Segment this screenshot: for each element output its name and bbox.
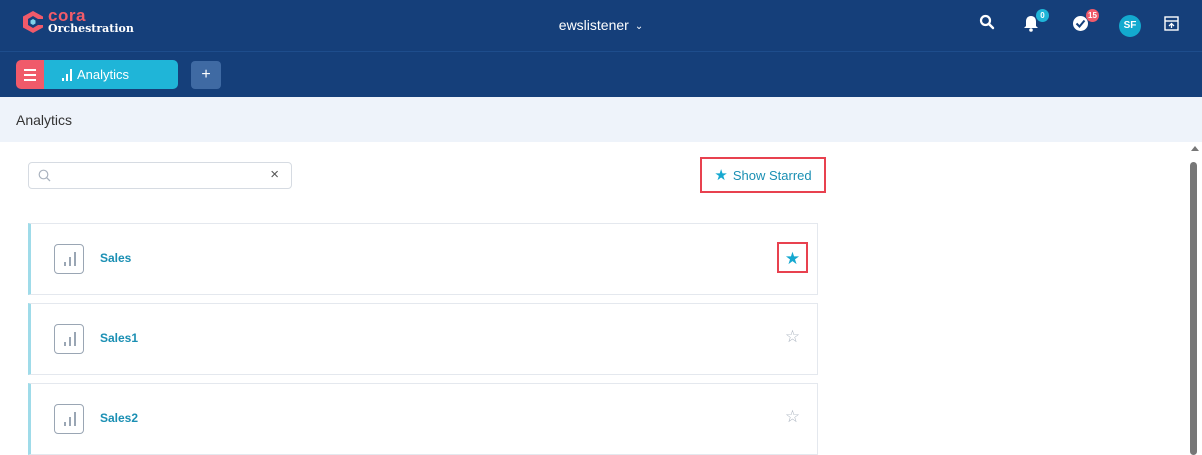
page-header: Analytics — [0, 97, 1202, 142]
avatar[interactable]: SF — [1119, 15, 1141, 37]
notifications-button[interactable]: 0 — [1023, 9, 1049, 37]
scroll-up-icon[interactable] — [1191, 146, 1199, 151]
show-starred-button[interactable]: ★ Show Starred — [700, 157, 826, 193]
star-outline-icon: ☆ — [784, 327, 801, 346]
tab-analytics[interactable]: Analytics — [44, 60, 178, 89]
report-name[interactable]: Sales2 — [100, 411, 138, 425]
scrollbar-thumb[interactable] — [1190, 162, 1197, 455]
report-name[interactable]: Sales — [100, 251, 131, 265]
workspace-selector[interactable]: ewslistener ⌄ — [0, 17, 1202, 33]
clear-icon[interactable]: × — [270, 166, 279, 183]
star-outline-icon: ☆ — [784, 407, 801, 426]
page-title: Analytics — [16, 112, 73, 128]
scrollbar[interactable] — [1188, 142, 1202, 455]
star-icon: ★ — [714, 167, 728, 184]
search-icon[interactable] — [979, 14, 995, 35]
bar-chart-icon — [54, 244, 84, 274]
star-icon: ★ — [784, 249, 801, 268]
tab-analytics-label: Analytics — [77, 67, 130, 82]
star-toggle[interactable]: ★ — [777, 242, 808, 273]
bar-chart-icon — [54, 324, 84, 354]
bar-chart-icon — [54, 404, 84, 434]
bar-chart-icon — [62, 68, 72, 81]
report-name[interactable]: Sales1 — [100, 331, 138, 345]
star-toggle[interactable]: ☆ — [777, 402, 808, 433]
search-box[interactable]: × — [28, 162, 292, 189]
layout-toggle-icon[interactable] — [1164, 16, 1179, 36]
hamburger-menu-icon[interactable] — [16, 60, 44, 89]
search-input[interactable] — [57, 167, 257, 185]
show-starred-label: Show Starred — [732, 167, 812, 183]
tasks-badge: 15 — [1086, 9, 1099, 22]
tab-bar: Analytics + — [0, 51, 1202, 97]
list-item[interactable]: Sales1 ☆ — [28, 303, 818, 375]
list-item[interactable]: Sales ★ — [28, 223, 818, 295]
list-item[interactable]: Sales2 ☆ — [28, 383, 818, 455]
add-tab-button[interactable]: + — [191, 61, 221, 89]
top-header: cora Orchestration ewslistener ⌄ 0 15 SF — [0, 0, 1202, 51]
search-icon — [38, 169, 51, 182]
main-content: × ★ Show Starred Sales ★ Sales1 ☆ Sales2… — [0, 142, 1202, 455]
chevron-down-icon: ⌄ — [634, 21, 644, 32]
workspace-name: ewslistener — [558, 17, 629, 33]
star-toggle[interactable]: ☆ — [777, 322, 808, 353]
tasks-button[interactable]: 15 — [1072, 9, 1099, 37]
notifications-badge: 0 — [1036, 9, 1049, 22]
